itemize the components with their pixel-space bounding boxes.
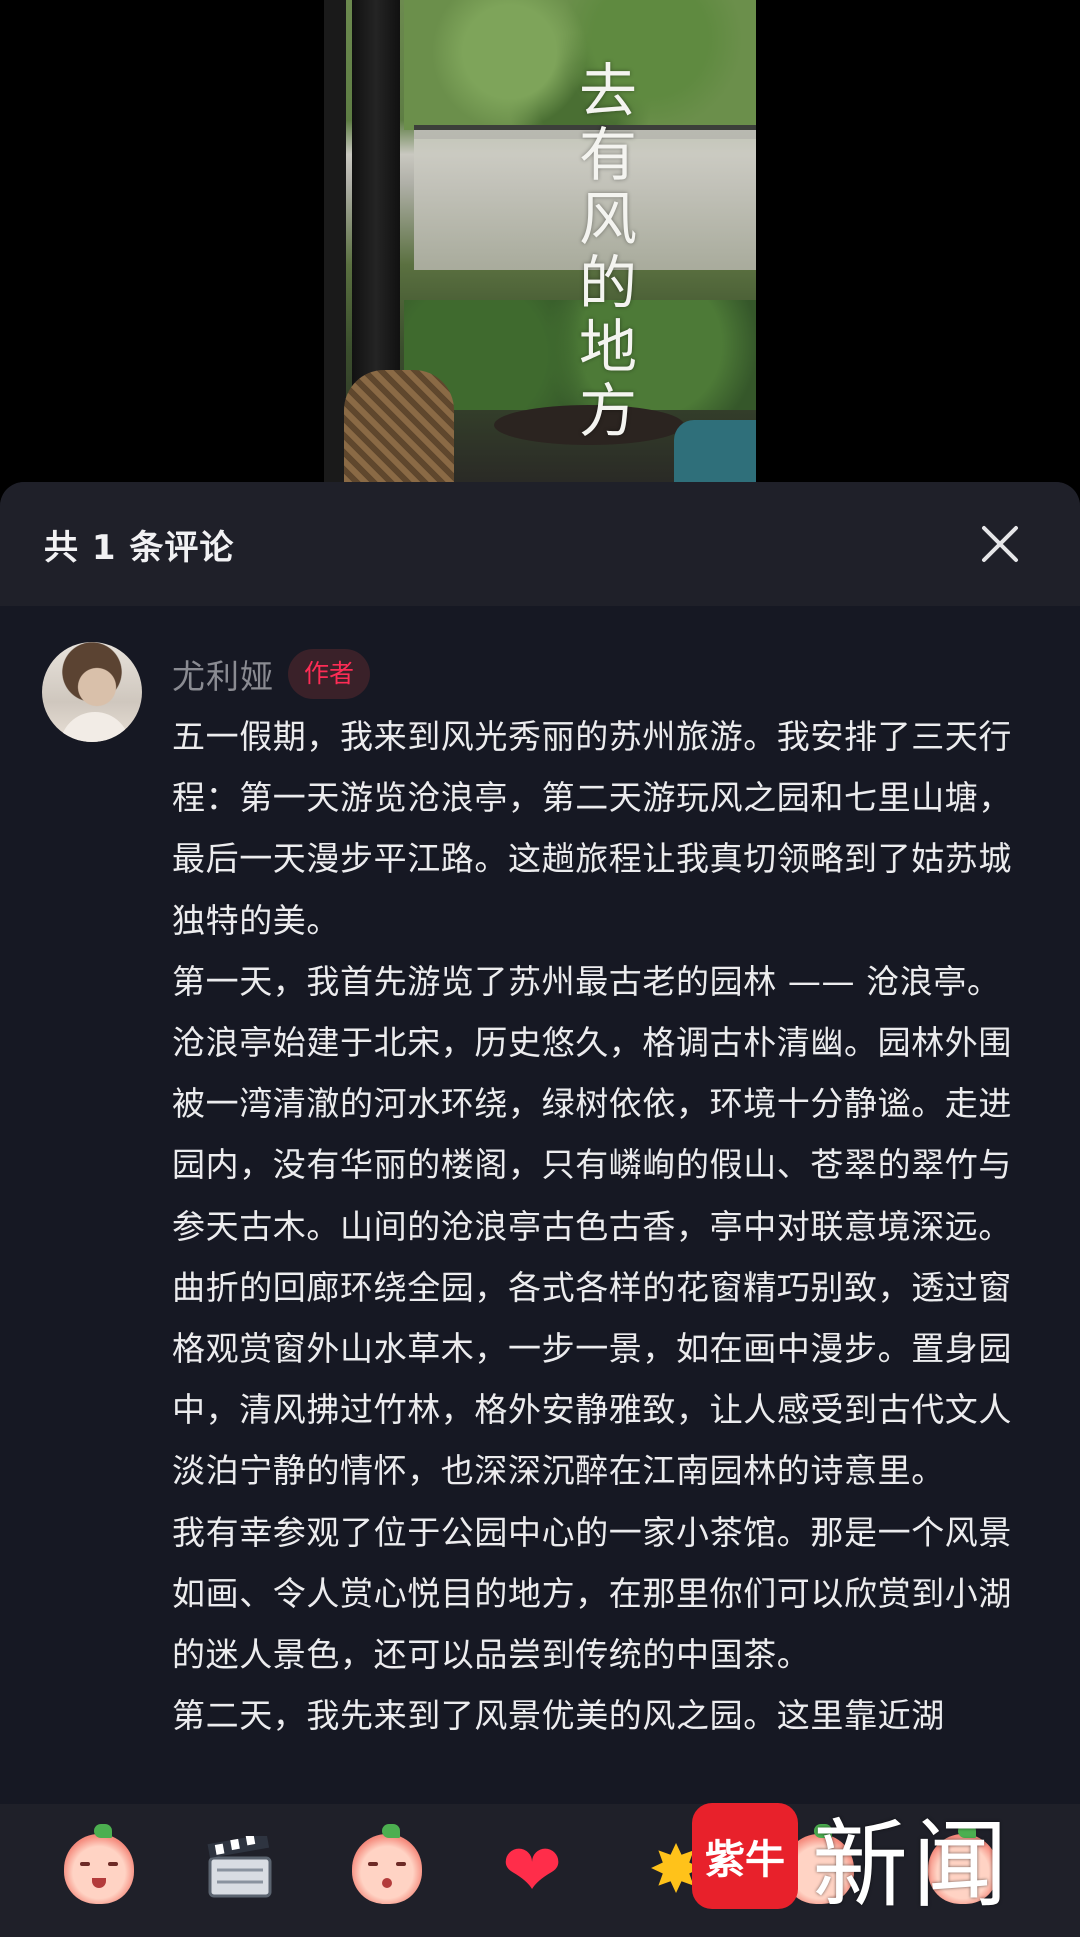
screen: 去有风的地方 共 1 条评论 尤利娅 作者 五一假期，我来到风光秀丽的苏州旅游。… [0, 0, 1080, 1937]
comments-count-title: 共 1 条评论 [44, 528, 235, 568]
peach-eye [80, 1862, 90, 1866]
peach-mouth [92, 1878, 106, 1888]
avatar[interactable] [42, 642, 142, 742]
peach-eye [368, 1862, 378, 1866]
comment-text[interactable]: 五一假期，我来到风光秀丽的苏州旅游。我安排了三天行程：第一天游览沧浪亭，第二天游… [172, 706, 1024, 1746]
avatar-shoulder [60, 712, 130, 742]
watermark-logo: 紫牛 [692, 1803, 798, 1909]
pillar-left [324, 0, 346, 482]
comments-sheet: 共 1 条评论 尤利娅 作者 五一假期，我来到风光秀丽的苏州旅游。我安排了三天行… [0, 482, 1080, 1937]
author-badge: 作者 [288, 649, 371, 699]
comments-header: 共 1 条评论 [0, 482, 1080, 606]
video-thumbnail[interactable]: 去有风的地方 [324, 0, 756, 482]
close-icon [982, 526, 1018, 562]
peach-leaf [382, 1824, 400, 1838]
rattan-chair [344, 370, 454, 482]
close-button[interactable] [978, 522, 1022, 566]
peach-leaf [94, 1824, 112, 1838]
author-name[interactable]: 尤利娅 [172, 650, 274, 698]
author-row: 尤利娅 作者 [172, 648, 371, 700]
peach-mouth [382, 1878, 392, 1888]
laughing-peach-emoji[interactable] [64, 1824, 134, 1904]
peach-eye [396, 1862, 406, 1866]
news-watermark: 紫牛 新闻 [692, 1796, 1012, 1921]
video-caption: 去有风的地方 [569, 60, 637, 444]
kissing-peach-emoji[interactable] [352, 1824, 422, 1904]
clapperboard-emoji[interactable] [207, 1836, 273, 1900]
comment-item: 尤利娅 作者 五一假期，我来到风光秀丽的苏州旅游。我安排了三天行程：第一天游览沧… [0, 606, 1080, 1806]
cushion [674, 420, 756, 482]
watermark-text: 新闻 [812, 1808, 1012, 1921]
heart-emoji[interactable]: ❤ [492, 1830, 572, 1910]
peach-eye [108, 1862, 118, 1866]
